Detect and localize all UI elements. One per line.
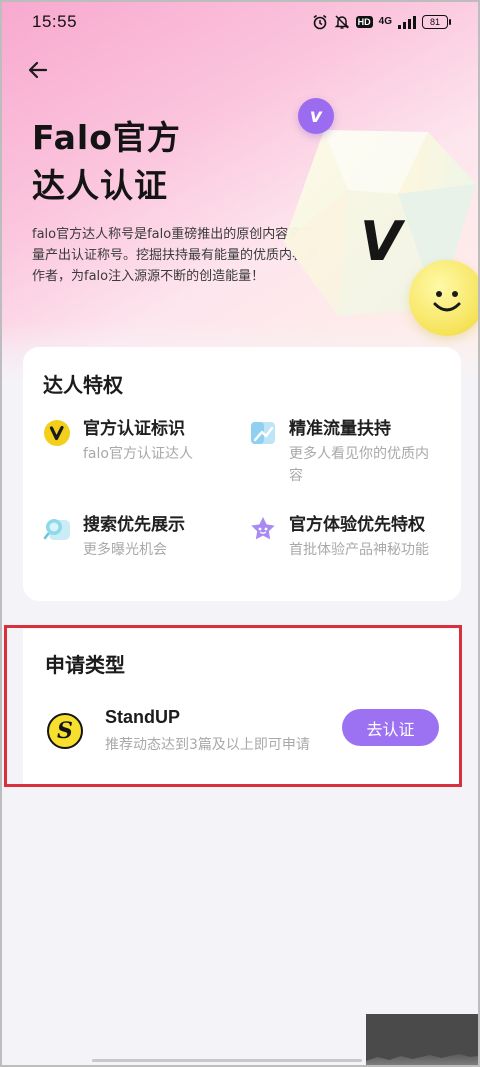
privileges-card: 达人特权 官方认证标识 falo官方认证达人 精准流量扶持 更多人看见你的优质内… — [23, 347, 461, 601]
privilege-item-traffic: 精准流量扶持 更多人看见你的优质内容 — [249, 417, 449, 487]
privilege-desc: falo官方认证达人 — [83, 446, 193, 462]
privilege-item-experience: 官方体验优先特权 首批体验产品神秘功能 — [249, 513, 449, 561]
privilege-item-official-badge: 官方认证标识 falo官方认证达人 — [43, 417, 243, 465]
v-badge-icon: v — [298, 98, 334, 134]
gem-letter: V — [360, 210, 406, 273]
privilege-title: 搜索优先展示 — [83, 515, 185, 535]
thumbnail-image — [366, 1014, 478, 1065]
status-bar: 15:55 HD 4G 81 — [2, 2, 478, 42]
alarm-icon — [312, 14, 328, 30]
traffic-icon — [251, 422, 275, 444]
status-time: 15:55 — [32, 12, 78, 31]
page-title: Falo官方 达人认证 — [32, 114, 181, 210]
title-line-1: Falo官方 — [32, 118, 181, 157]
back-arrow-icon — [28, 61, 48, 79]
signal-icon — [398, 15, 416, 29]
app-screen: 15:55 HD 4G 81 Falo官方 达人认证 falo官方达人称号是fa… — [0, 0, 480, 1067]
home-indicator — [92, 1059, 362, 1062]
battery-icon: 81 — [422, 15, 451, 29]
smiley-icon — [409, 260, 478, 336]
v-badge-icon — [44, 420, 70, 446]
hd-icon: HD — [355, 16, 373, 28]
privilege-item-search: 搜索优先展示 更多曝光机会 — [43, 513, 243, 561]
title-line-2: 达人认证 — [32, 166, 168, 205]
privilege-title: 精准流量扶持 — [289, 419, 391, 439]
privileges-title: 达人特权 — [43, 373, 123, 397]
network-type: 4G — [378, 16, 392, 27]
highlight-box — [4, 625, 462, 787]
battery-level: 81 — [429, 17, 440, 27]
privilege-desc: 更多曝光机会 — [83, 542, 167, 558]
mute-bell-icon — [334, 14, 350, 30]
privilege-desc: 首批体验产品神秘功能 — [289, 542, 429, 558]
star-icon — [251, 517, 275, 540]
back-button[interactable] — [22, 54, 54, 86]
privilege-desc: 更多人看见你的优质内容 — [289, 446, 429, 484]
privilege-title: 官方体验优先特权 — [289, 515, 425, 535]
search-icon — [43, 519, 70, 540]
privilege-title: 官方认证标识 — [83, 419, 185, 439]
